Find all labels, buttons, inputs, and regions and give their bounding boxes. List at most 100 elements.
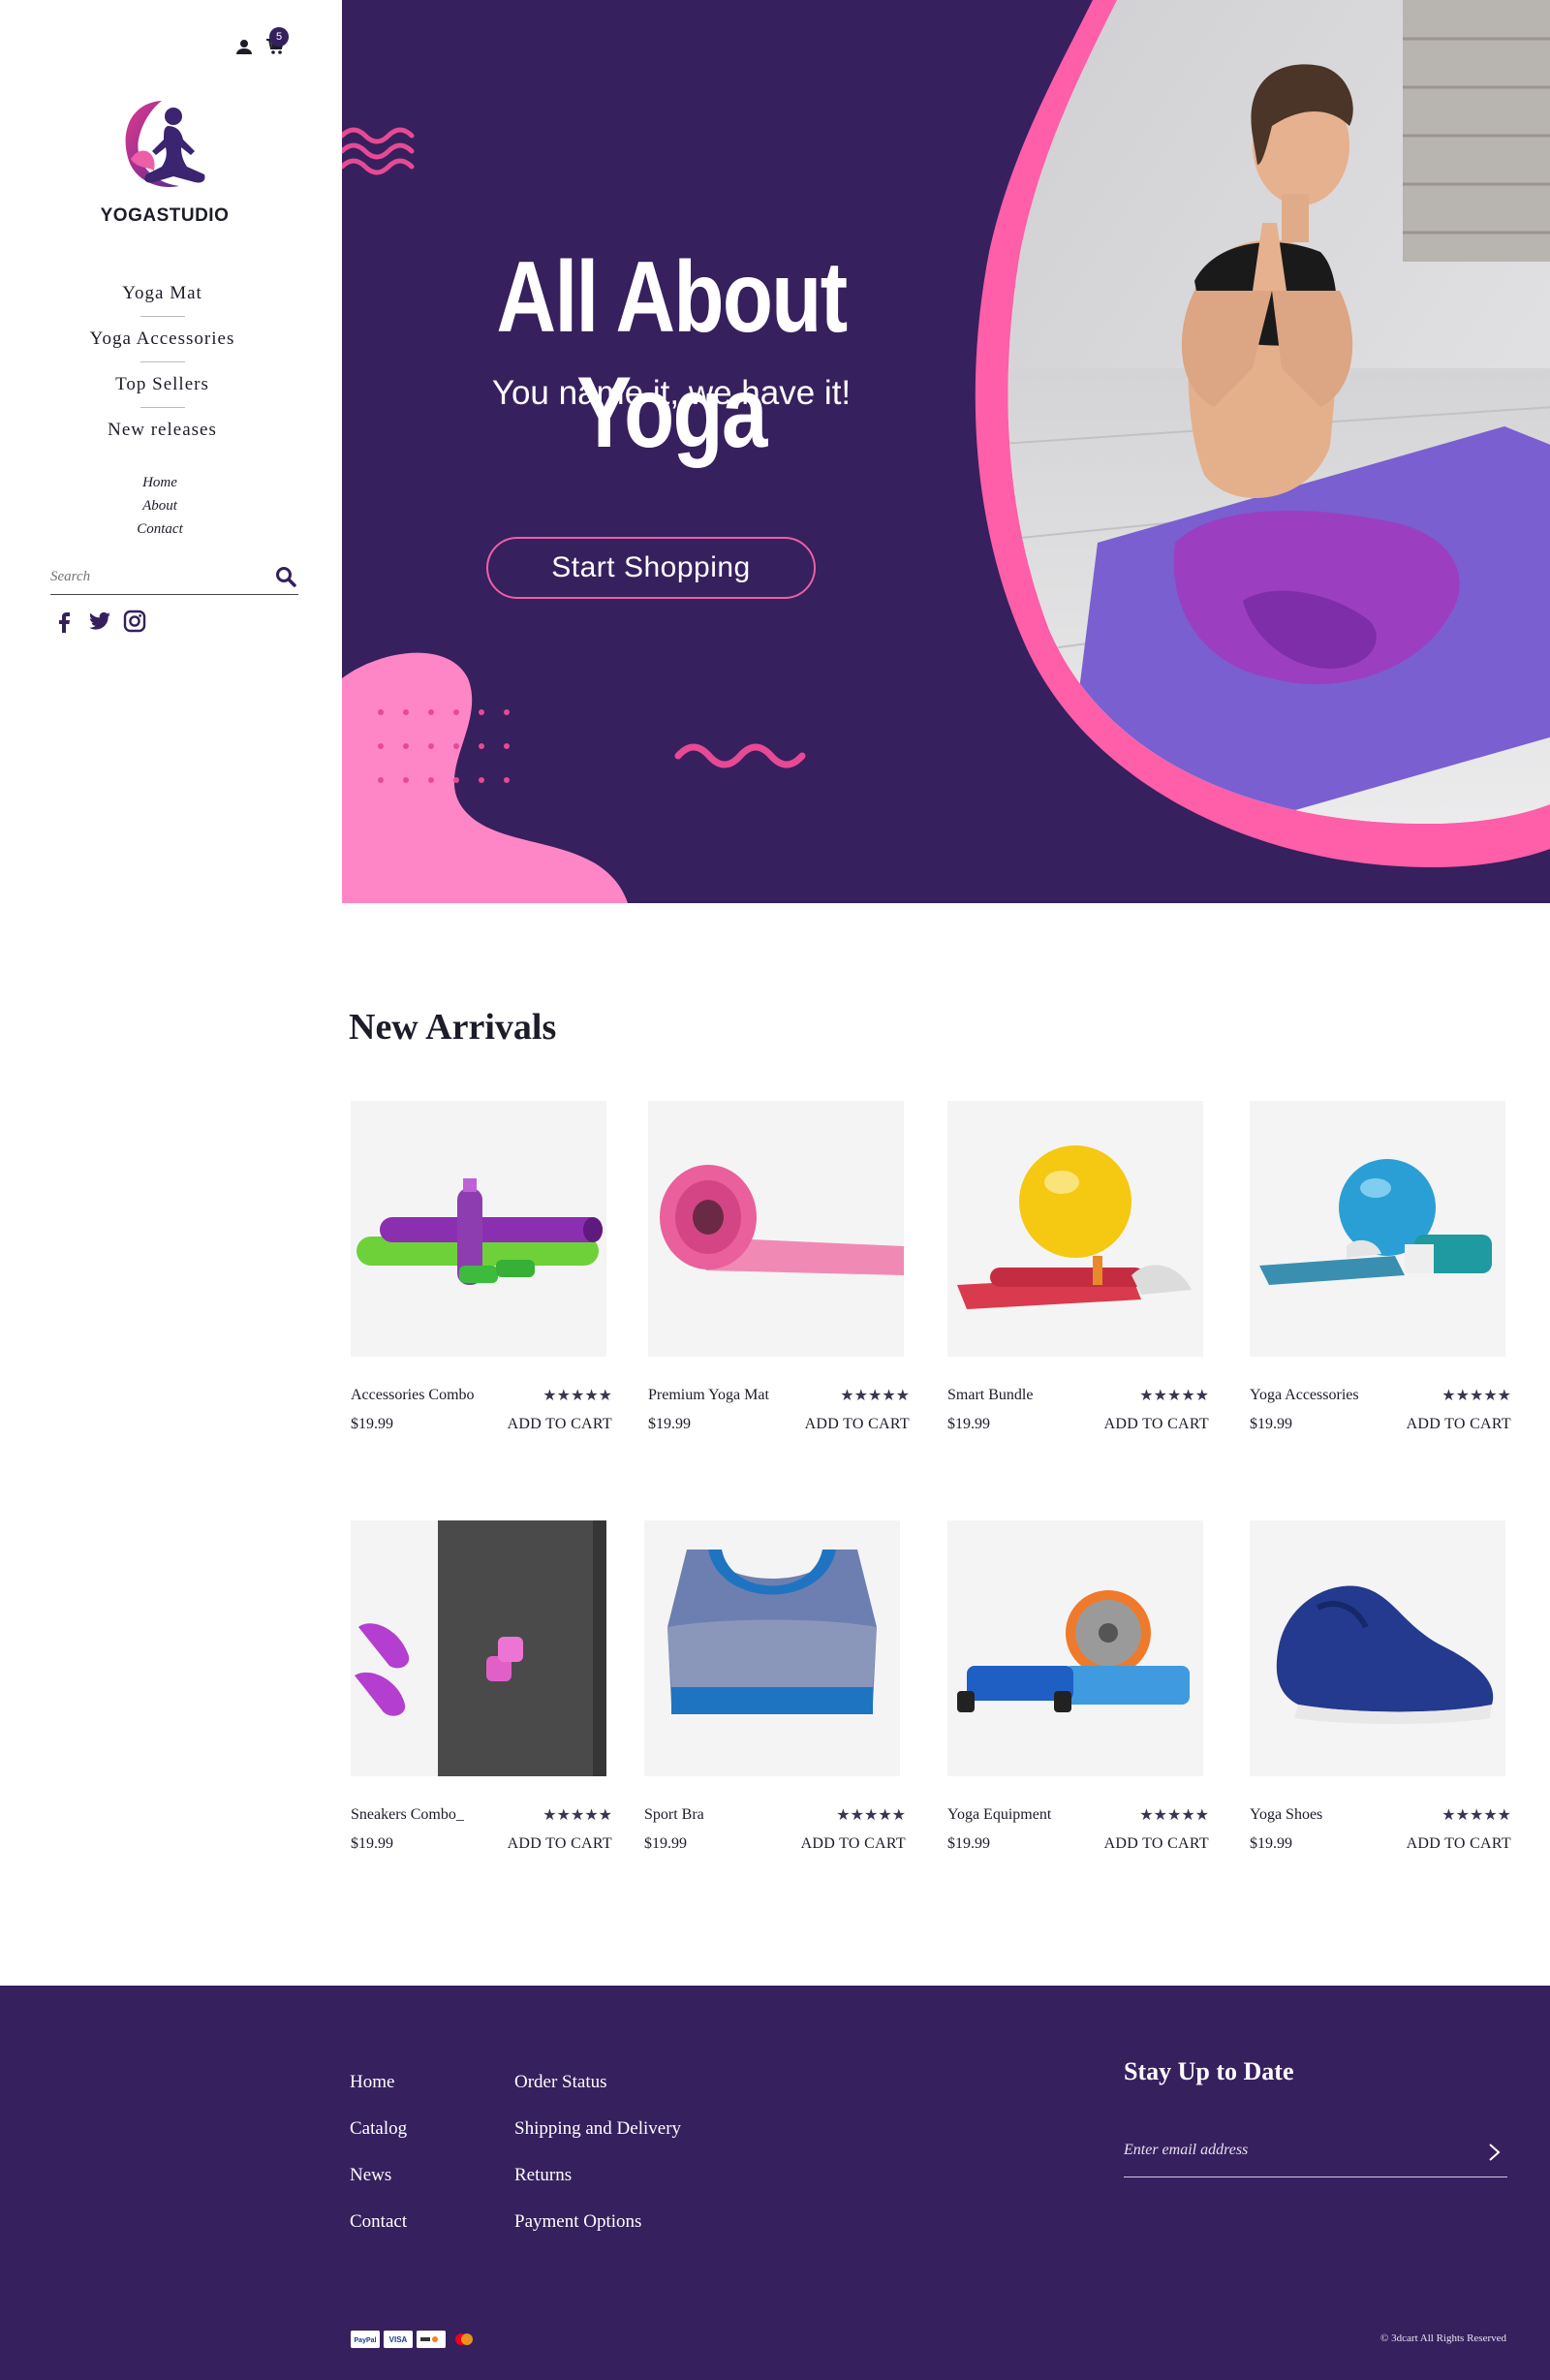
footer-link-returns[interactable]: Returns	[514, 2152, 681, 2199]
discover-icon	[417, 2331, 446, 2348]
product-price: $19.99	[947, 1416, 990, 1432]
nav-item-top-sellers[interactable]: Top Sellers	[39, 366, 286, 403]
brand-name: YOGASTUDIO	[100, 205, 230, 226]
header-icons: 5	[232, 27, 289, 58]
product-image[interactable]	[947, 1101, 1203, 1357]
product-name[interactable]: Smart Bundle	[947, 1387, 1033, 1404]
newsletter-form	[1124, 2129, 1507, 2177]
footer-link-home[interactable]: Home	[350, 2059, 407, 2106]
rating-stars-icon: ★★★★★	[1442, 1805, 1511, 1824]
main-nav: Yoga Mat Yoga Accessories Top Sellers Ne…	[39, 275, 286, 449]
add-to-cart-button[interactable]: ADD TO CART	[1104, 1416, 1209, 1433]
copyright-text: © 3dcart All Rights Reserved	[1380, 2333, 1506, 2344]
newsletter-title: Stay Up to Date	[1124, 2057, 1294, 2085]
yoga-logo-icon	[125, 101, 205, 187]
brand-logo[interactable]: YOGASTUDIO	[97, 93, 232, 227]
search-input[interactable]	[50, 560, 254, 593]
add-to-cart-button[interactable]: ADD TO CART	[801, 1835, 906, 1853]
search-icon[interactable]	[275, 566, 296, 587]
svg-text:VISA: VISA	[389, 2335, 408, 2344]
sidebar: 5 YOGASTUDIO Yoga Mat Yoga Accessories T…	[0, 0, 342, 906]
product-price: $19.99	[351, 1416, 393, 1432]
product-card: Yoga Shoes ★★★★★ $19.99 ADD TO CART	[1250, 1520, 1511, 1853]
add-to-cart-button[interactable]: ADD TO CART	[1407, 1416, 1511, 1433]
email-input[interactable]	[1124, 2129, 1453, 2172]
product-price: $19.99	[1250, 1416, 1292, 1432]
hero-banner: All About Yoga You name it, we have it! …	[342, 0, 1550, 903]
product-name[interactable]: Yoga Shoes	[1250, 1806, 1322, 1824]
product-image[interactable]	[1250, 1520, 1505, 1776]
product-name[interactable]: Sport Bra	[644, 1806, 704, 1824]
start-shopping-button[interactable]: Start Shopping	[486, 537, 816, 599]
nav-item-contact[interactable]: Contact	[97, 517, 223, 541]
rating-stars-icon: ★★★★★	[542, 1386, 612, 1404]
product-name[interactable]: Sneakers Combo_	[351, 1806, 464, 1824]
rating-stars-icon: ★★★★★	[542, 1805, 612, 1824]
footer-link-catalog[interactable]: Catalog	[350, 2106, 407, 2152]
add-to-cart-button[interactable]: ADD TO CART	[1407, 1835, 1511, 1853]
nav-item-new-releases[interactable]: New releases	[39, 412, 286, 449]
footer: Home Catalog News Contact Order Status S…	[0, 1986, 1550, 2380]
add-to-cart-button[interactable]: ADD TO CART	[805, 1416, 910, 1433]
cart-count-badge: 5	[269, 27, 289, 47]
account-icon[interactable]	[232, 35, 256, 58]
product-card: Yoga Accessories ★★★★★ $19.99 ADD TO CART	[1250, 1101, 1511, 1433]
product-price: $19.99	[644, 1835, 687, 1852]
nav-item-about[interactable]: About	[97, 494, 223, 517]
search-box	[50, 560, 298, 595]
footer-link-news[interactable]: News	[350, 2152, 407, 2199]
product-name[interactable]: Yoga Accessories	[1250, 1387, 1359, 1404]
product-card: Sport Bra ★★★★★ $19.99 ADD TO CART	[644, 1520, 906, 1853]
twitter-icon[interactable]	[87, 609, 112, 634]
product-name[interactable]: Yoga Equipment	[947, 1806, 1051, 1824]
product-price: $19.99	[351, 1835, 393, 1852]
nav-divider	[140, 316, 185, 317]
secondary-nav: Home About Contact	[97, 471, 223, 541]
payment-methods: PayPal VISA	[351, 2331, 479, 2348]
mastercard-icon	[450, 2331, 479, 2348]
visa-icon: VISA	[384, 2331, 413, 2348]
product-image[interactable]	[648, 1101, 904, 1357]
nav-item-home[interactable]: Home	[97, 471, 223, 494]
nav-item-yoga-accessories[interactable]: Yoga Accessories	[39, 321, 286, 358]
rating-stars-icon: ★★★★★	[840, 1386, 910, 1404]
rating-stars-icon: ★★★★★	[1442, 1386, 1511, 1404]
product-name[interactable]: Premium Yoga Mat	[648, 1387, 769, 1404]
product-price: $19.99	[947, 1835, 990, 1852]
rating-stars-icon: ★★★★★	[836, 1805, 906, 1824]
rating-stars-icon: ★★★★★	[1139, 1805, 1209, 1824]
product-image[interactable]	[1250, 1101, 1505, 1357]
product-name[interactable]: Accessories Combo	[351, 1387, 475, 1404]
footer-link-contact[interactable]: Contact	[350, 2199, 407, 2245]
product-image[interactable]	[351, 1101, 606, 1357]
footer-links-primary: Home Catalog News Contact	[350, 2059, 407, 2245]
product-card: Yoga Equipment ★★★★★ $19.99 ADD TO CART	[947, 1520, 1209, 1853]
footer-link-payment-options[interactable]: Payment Options	[514, 2199, 681, 2245]
instagram-icon[interactable]	[122, 609, 147, 634]
add-to-cart-button[interactable]: ADD TO CART	[1104, 1835, 1209, 1853]
nav-item-yoga-mat[interactable]: Yoga Mat	[39, 275, 286, 312]
nav-divider	[140, 361, 185, 362]
paypal-icon: PayPal	[351, 2331, 380, 2348]
hero-title: All About Yoga	[496, 241, 848, 469]
add-to-cart-button[interactable]: ADD TO CART	[508, 1416, 612, 1433]
product-card: Premium Yoga Mat ★★★★★ $19.99 ADD TO CART	[648, 1101, 910, 1433]
footer-link-order-status[interactable]: Order Status	[514, 2059, 681, 2106]
chevron-right-icon[interactable]	[1484, 2141, 1504, 2164]
product-image[interactable]	[947, 1520, 1203, 1776]
product-card: Accessories Combo ★★★★★ $19.99 ADD TO CART	[351, 1101, 612, 1433]
footer-links-secondary: Order Status Shipping and Delivery Retur…	[514, 2059, 681, 2245]
product-image[interactable]	[351, 1520, 606, 1776]
new-arrivals-title: New Arrivals	[349, 1007, 557, 1048]
add-to-cart-button[interactable]: ADD TO CART	[508, 1835, 612, 1853]
product-price: $19.99	[648, 1416, 691, 1432]
facebook-icon[interactable]	[52, 609, 78, 634]
hero-subtitle: You name it, we have it!	[491, 374, 852, 412]
product-card: Smart Bundle ★★★★★ $19.99 ADD TO CART	[947, 1101, 1209, 1433]
svg-text:PayPal: PayPal	[355, 2337, 377, 2344]
social-links	[52, 609, 147, 634]
rating-stars-icon: ★★★★★	[1139, 1386, 1209, 1404]
footer-link-shipping[interactable]: Shipping and Delivery	[514, 2106, 681, 2152]
product-image[interactable]	[644, 1520, 900, 1776]
product-card: Sneakers Combo_ ★★★★★ $19.99 ADD TO CART	[351, 1520, 612, 1853]
